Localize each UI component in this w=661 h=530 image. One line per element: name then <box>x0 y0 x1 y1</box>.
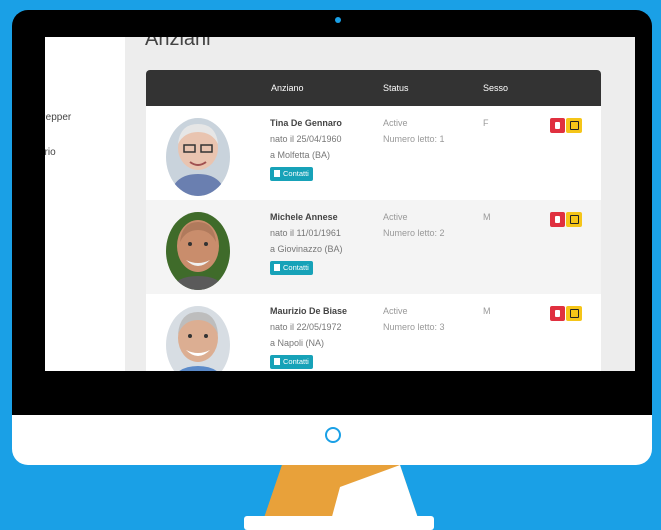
edit-button[interactable] <box>566 118 582 133</box>
column-header-anziano: Anziano <box>271 83 304 93</box>
sidebar-item[interactable]: ario <box>45 147 56 158</box>
edit-icon <box>570 215 579 224</box>
numero-letto: Numero letto: 2 <box>383 228 445 238</box>
contatti-button[interactable]: Contatti <box>270 167 313 181</box>
anziano-birthdate: nato il 25/04/1960 <box>270 134 342 144</box>
anziano-name: Maurizio De Biase <box>270 306 348 316</box>
anziano-birthdate: nato il 22/05/1972 <box>270 322 342 332</box>
page-title: Anziani <box>145 37 211 50</box>
table-row: Michele Annese nato il 11/01/1961 a Giov… <box>146 200 601 294</box>
table-row: Maurizio De Biase nato il 22/05/1972 a N… <box>146 294 601 371</box>
power-button-icon <box>325 427 341 443</box>
delete-button[interactable] <box>550 306 565 321</box>
avatar <box>166 306 230 371</box>
column-header-sesso: Sesso <box>483 83 509 93</box>
sidebar: e Pepper ario <box>45 37 125 371</box>
numero-letto: Numero letto: 1 <box>383 134 445 144</box>
monitor-base <box>244 516 434 530</box>
anziani-table: Anziano Status Sesso Tina De Gennaro nat… <box>146 70 601 371</box>
monitor-screen: e Pepper ario Anziani Anziano Status Ses… <box>45 37 635 371</box>
delete-button[interactable] <box>550 212 565 227</box>
trash-icon <box>555 310 560 317</box>
status-text: Active <box>383 212 408 222</box>
status-text: Active <box>383 306 408 316</box>
sesso-text: M <box>483 306 491 316</box>
contatti-button[interactable]: Contatti <box>270 261 313 275</box>
column-header-status: Status <box>383 83 409 93</box>
edit-button[interactable] <box>566 306 582 321</box>
delete-button[interactable] <box>550 118 565 133</box>
contact-card-icon <box>274 264 280 271</box>
trash-icon <box>555 216 560 223</box>
anziano-birthplace: a Molfetta (BA) <box>270 150 331 160</box>
anziano-birthplace: a Giovinazzo (BA) <box>270 244 343 254</box>
camera-dot <box>335 17 341 23</box>
edit-button[interactable] <box>566 212 582 227</box>
avatar <box>166 118 230 196</box>
anziano-birthdate: nato il 11/01/1961 <box>270 228 341 238</box>
table-header: Anziano Status Sesso <box>146 70 601 106</box>
trash-icon <box>555 122 560 129</box>
sesso-text: M <box>483 212 491 222</box>
anziano-name: Michele Annese <box>270 212 338 222</box>
status-text: Active <box>383 118 408 128</box>
avatar <box>166 212 230 290</box>
contact-card-icon <box>274 358 280 365</box>
edit-icon <box>570 121 579 130</box>
sesso-text: F <box>483 118 489 128</box>
edit-icon <box>570 309 579 318</box>
table-row: Tina De Gennaro nato il 25/04/1960 a Mol… <box>146 106 601 200</box>
anziano-birthplace: a Napoli (NA) <box>270 338 325 348</box>
numero-letto: Numero letto: 3 <box>383 322 445 332</box>
anziano-name: Tina De Gennaro <box>270 118 342 128</box>
sidebar-item-pepper[interactable]: Pepper <box>45 112 71 123</box>
contact-card-icon <box>274 170 280 177</box>
contatti-button[interactable]: Contatti <box>270 355 313 369</box>
